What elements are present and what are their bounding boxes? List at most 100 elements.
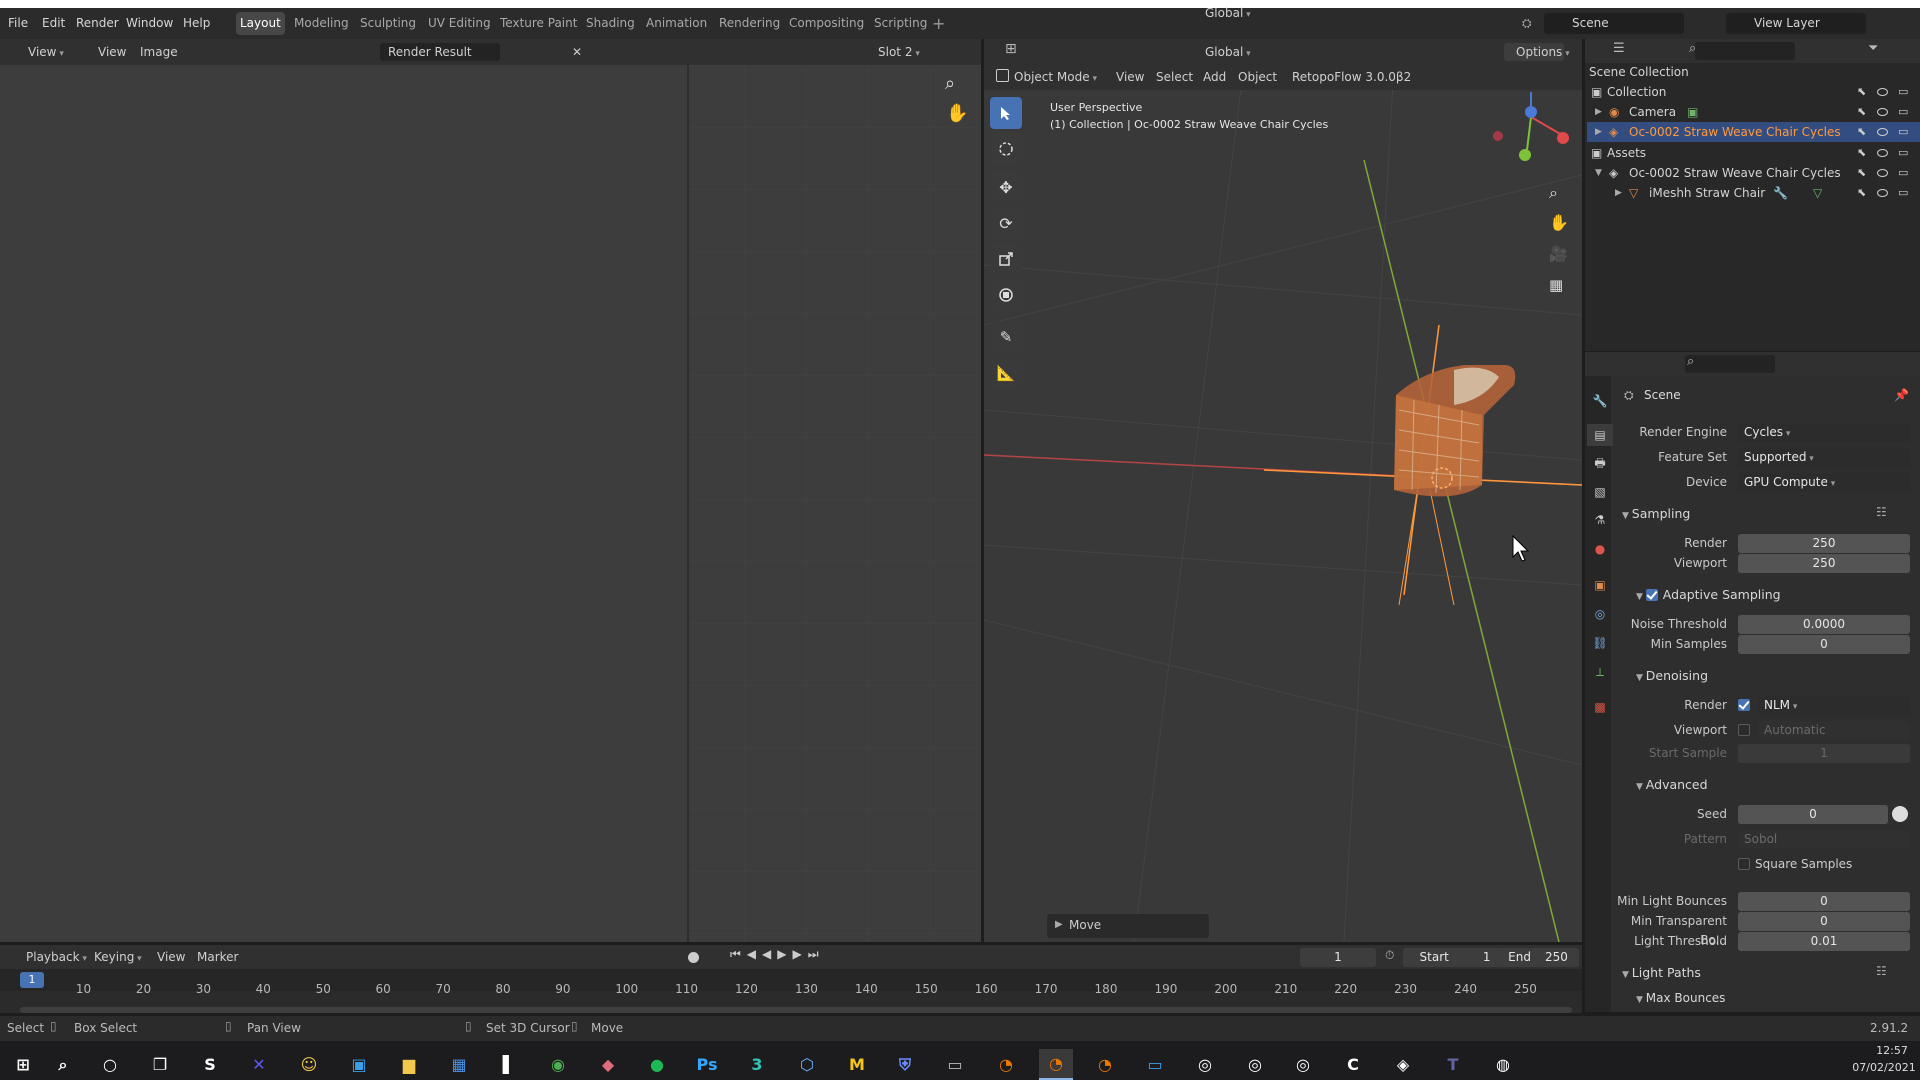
tab-animation[interactable]: Animation <box>642 12 711 35</box>
rotate-tool-icon[interactable]: ⟳ <box>990 207 1022 239</box>
device-select[interactable]: GPU Compute <box>1738 473 1910 492</box>
filter-icon[interactable]: ⏷ <box>1868 41 1878 56</box>
menu-edit[interactable]: Edit <box>42 8 65 39</box>
navigation-gizmo[interactable] <box>1493 92 1569 161</box>
timeline-view-menu[interactable]: View <box>157 945 185 969</box>
start-windows-icon[interactable]: ⊞ <box>6 1049 40 1080</box>
viewport-pan-icon[interactable]: ✋ <box>1549 213 1569 232</box>
add-workspace-icon[interactable]: + <box>932 8 945 39</box>
straw-chair-object[interactable] <box>1394 365 1516 497</box>
tool-tab-icon[interactable]: 🔧 <box>1587 390 1613 412</box>
orientation-selector[interactable]: Global <box>1205 1 1251 27</box>
blender-active-icon[interactable]: ◔ <box>1039 1049 1073 1080</box>
render-engine-select[interactable]: Cycles <box>1738 423 1910 442</box>
zoom-icon[interactable]: ⌕ <box>945 73 955 94</box>
app-smile-icon[interactable]: ☺ <box>292 1049 326 1080</box>
render-visibility-icon[interactable]: ▭ <box>1898 85 1908 98</box>
marker-menu[interactable]: Marker <box>197 945 238 969</box>
denoising-header[interactable]: ▼ Denoising <box>1636 666 1708 688</box>
cursor-tool-icon[interactable] <box>990 133 1022 165</box>
outliner-row-collection[interactable]: ▣ Collection <box>1587 82 1920 102</box>
app-circle-2-icon[interactable]: ◎ <box>1238 1049 1272 1080</box>
app-bird-icon[interactable]: ◆ <box>591 1049 625 1080</box>
outliner-display-icon[interactable]: ☰ <box>1613 41 1625 56</box>
slot-selector[interactable]: Slot 2 <box>878 40 920 66</box>
last-operator-panel[interactable]: ▶ Move <box>1047 914 1209 938</box>
image-editor-view-menu-2[interactable]: View <box>98 40 126 64</box>
ortho-grid-icon[interactable]: ▦ <box>1549 276 1563 294</box>
tab-compositing[interactable]: Compositing <box>785 12 868 35</box>
app-3-icon[interactable]: 3 <box>740 1049 774 1080</box>
playback-menu[interactable]: Playback <box>26 945 87 971</box>
visibility-eye-icon[interactable] <box>1877 189 1888 197</box>
calculator-icon[interactable]: ▦ <box>442 1049 476 1080</box>
selectable-arrow-icon[interactable]: ⬉ <box>1857 166 1866 179</box>
object-tab-icon[interactable]: ▣ <box>1587 574 1613 596</box>
visibility-eye-icon[interactable] <box>1877 88 1888 96</box>
visibility-eye-icon[interactable] <box>1877 128 1888 136</box>
min-light-bounces-field[interactable]: 0 <box>1738 892 1910 911</box>
keying-menu[interactable]: Keying <box>94 945 142 971</box>
camera-view-icon[interactable]: 🎥 <box>1549 245 1568 263</box>
image-editor-image-menu[interactable]: Image <box>140 40 178 64</box>
annotate-tool-icon[interactable]: ✎ <box>990 321 1022 353</box>
menu-window[interactable]: Window <box>126 8 173 39</box>
file-explorer-icon[interactable]: ▆ <box>392 1049 426 1080</box>
preview-range-icon[interactable]: ⏱ <box>1385 948 1394 963</box>
current-frame-field[interactable]: 1 <box>1300 948 1376 967</box>
transform-tool-icon[interactable] <box>990 279 1022 311</box>
render-visibility-icon[interactable]: ▭ <box>1898 186 1908 199</box>
sampling-panel-header[interactable]: ▼ Sampling <box>1622 504 1690 526</box>
spotify-icon[interactable]: ● <box>640 1049 674 1080</box>
scene-name-field[interactable]: Scene <box>1572 8 1609 39</box>
light-threshold-field[interactable]: 0.01 <box>1738 932 1910 951</box>
viewport-canvas[interactable]: Object Mode View Select Add Object Retop… <box>984 65 1582 942</box>
render-visibility-icon[interactable]: ▭ <box>1898 105 1908 118</box>
pattern-select[interactable]: Sobol <box>1738 830 1910 849</box>
denoise-render-checkbox[interactable] <box>1738 698 1755 712</box>
denoise-viewport-checkbox[interactable] <box>1738 723 1755 737</box>
search-icon[interactable]: ⌕ <box>46 1049 80 1080</box>
selectable-arrow-icon[interactable]: ⬉ <box>1857 146 1866 159</box>
select-box-tool-icon[interactable] <box>990 97 1022 129</box>
presets-list-icon[interactable]: ☷ <box>1876 505 1887 519</box>
light-paths-presets-icon[interactable]: ☷ <box>1876 964 1887 978</box>
viewport-object-menu[interactable]: Object <box>1238 65 1277 89</box>
tab-uv-editing[interactable]: UV Editing <box>424 12 495 35</box>
data-tab-icon[interactable]: ⟂ <box>1587 661 1613 683</box>
selectable-arrow-icon[interactable]: ⬉ <box>1857 125 1866 138</box>
render-visibility-icon[interactable]: ▭ <box>1898 146 1908 159</box>
square-samples-toggle[interactable]: Square Samples <box>1738 857 1852 871</box>
properties-search-input[interactable] <box>1685 355 1775 373</box>
current-frame-marker[interactable]: 1 <box>20 972 44 988</box>
visibility-eye-icon[interactable] <box>1877 169 1888 177</box>
blender-icon[interactable]: ◔ <box>989 1049 1023 1080</box>
image-editor-view-menu[interactable]: View <box>28 40 64 66</box>
photoshop-icon[interactable]: Ps <box>690 1049 724 1080</box>
tab-rendering[interactable]: Rendering <box>715 12 784 35</box>
viewport-samples-field[interactable]: 250 <box>1738 554 1910 573</box>
editor-type-icon[interactable]: ⊞ <box>1005 41 1017 57</box>
app-window-icon[interactable]: ▭ <box>1138 1049 1172 1080</box>
tab-shading[interactable]: Shading <box>582 12 639 35</box>
end-frame-field[interactable]: End 250 <box>1497 948 1579 967</box>
noise-threshold-field[interactable]: 0.0000 <box>1738 615 1910 634</box>
view-layer-field[interactable]: View Layer <box>1754 8 1820 39</box>
teams-icon[interactable]: T <box>1436 1049 1470 1080</box>
app-monitor-icon[interactable]: ▭ <box>938 1049 972 1080</box>
min-samples-field[interactable]: 0 <box>1738 635 1910 654</box>
image-editor-canvas[interactable]: ⌕ ✋ <box>0 65 981 942</box>
retopoflow-menu[interactable]: RetopoFlow 3.0.0β2 <box>1292 65 1411 89</box>
viewport-view-menu[interactable]: View <box>1116 65 1144 89</box>
render-visibility-icon[interactable]: ▭ <box>1898 125 1908 138</box>
task-view-icon[interactable]: ❐ <box>143 1049 177 1080</box>
render-samples-field[interactable]: 250 <box>1738 534 1910 553</box>
close-icon[interactable]: ✕ <box>572 40 582 64</box>
record-icon[interactable] <box>688 952 699 963</box>
unity-icon[interactable]: ◈ <box>1386 1049 1420 1080</box>
selectable-arrow-icon[interactable]: ⬉ <box>1857 105 1866 118</box>
visibility-eye-icon[interactable] <box>1877 149 1888 157</box>
viewport-add-menu[interactable]: Add <box>1203 65 1226 89</box>
scene-icon[interactable]: ⛭ <box>1522 8 1532 39</box>
advanced-header[interactable]: ▼ Advanced <box>1636 775 1708 797</box>
